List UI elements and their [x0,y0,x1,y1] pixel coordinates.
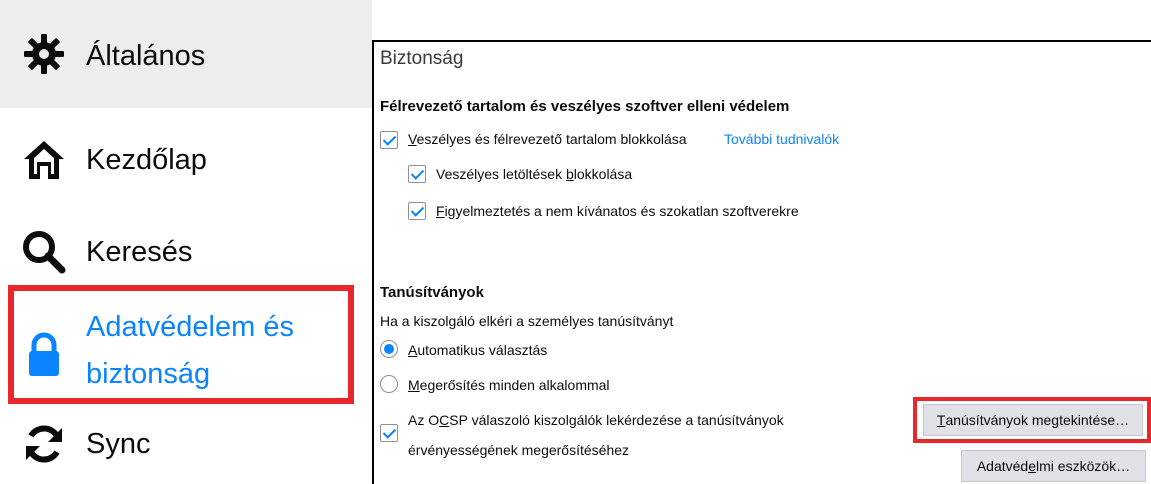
sidebar-item-label: Kezdőlap [86,144,207,176]
deceptive-content-heading: Félrevezető tartalom és veszélyes szoftv… [380,98,790,115]
page-title: Biztonság [380,48,464,69]
button-text: lmi eszközök… [1036,458,1131,474]
auto-select-label[interactable]: Automatikus választás [408,342,547,358]
button-text: Adatvéd [976,458,1029,474]
ask-every-time-label[interactable]: Megerősítés minden alkalommal [408,377,610,393]
security-devices-button[interactable]: Adatvéd e lmi eszközök… [961,450,1146,482]
warn-unwanted-label[interactable]: Figyelmeztetés a nem kívánatos és szokat… [436,203,799,219]
sidebar-item-label: Keresés [86,236,193,268]
sidebar-item-home[interactable]: Kezdőlap [0,108,372,208]
access-key: M [408,377,420,393]
warn-unwanted-checkbox[interactable] [408,202,426,220]
certificates-heading: Tanúsítványok [380,284,484,301]
sidebar-item-label: Általános [86,40,206,72]
label-text: Veszélyes letöltések [436,166,566,182]
highlight-box [8,285,354,404]
access-key: e [1028,458,1037,474]
learn-more-link[interactable]: További tudnivalók [724,131,839,147]
sidebar: Általános Kezdőlap Keresés Adatvédelem é… [0,0,372,484]
highlight-box [913,397,1151,443]
block-dangerous-label[interactable]: Veszélyes és félrevezető tartalom blokko… [408,131,687,147]
home-icon [20,136,68,184]
ocsp-label-line2: érvényességének megerősítéséhez [408,442,630,458]
gear-icon [20,30,68,78]
label-text: eszélyes és félrevezető tartalom blokkol… [416,131,687,147]
label-text: igyelmeztetés a nem kívánatos és szokatl… [444,203,799,219]
label-text: SP válaszoló kiszolgálók lekérdezése a t… [449,412,784,428]
label-text: Az O [408,412,440,428]
ocsp-label-line1[interactable]: Az OCSP válaszoló kiszolgálók lekérdezés… [408,412,784,428]
block-downloads-checkbox[interactable] [408,165,426,183]
access-key: V [408,131,417,147]
label-text: egerősítés minden alkalommal [419,377,610,393]
access-key: b [565,166,574,182]
ask-every-time-radio[interactable] [380,375,398,393]
sidebar-item-general[interactable]: Általános [0,0,372,108]
ocsp-checkbox[interactable] [380,424,398,442]
access-key: C [439,412,450,428]
block-dangerous-checkbox[interactable] [380,131,398,149]
auto-select-radio[interactable] [380,340,398,358]
block-downloads-label[interactable]: Veszélyes letöltések blokkolása [436,166,632,182]
search-icon [20,228,68,276]
sync-icon [20,420,68,468]
access-key: F [436,203,445,219]
label-text: lokkolása [573,166,633,182]
label-text: utomatikus választás [417,342,548,358]
sidebar-item-label: Sync [86,428,151,460]
sidebar-item-sync[interactable]: Sync [0,402,372,484]
certificates-prompt: Ha a kiszolgáló elkéri a személyes tanús… [380,313,674,329]
access-key: A [408,342,418,358]
